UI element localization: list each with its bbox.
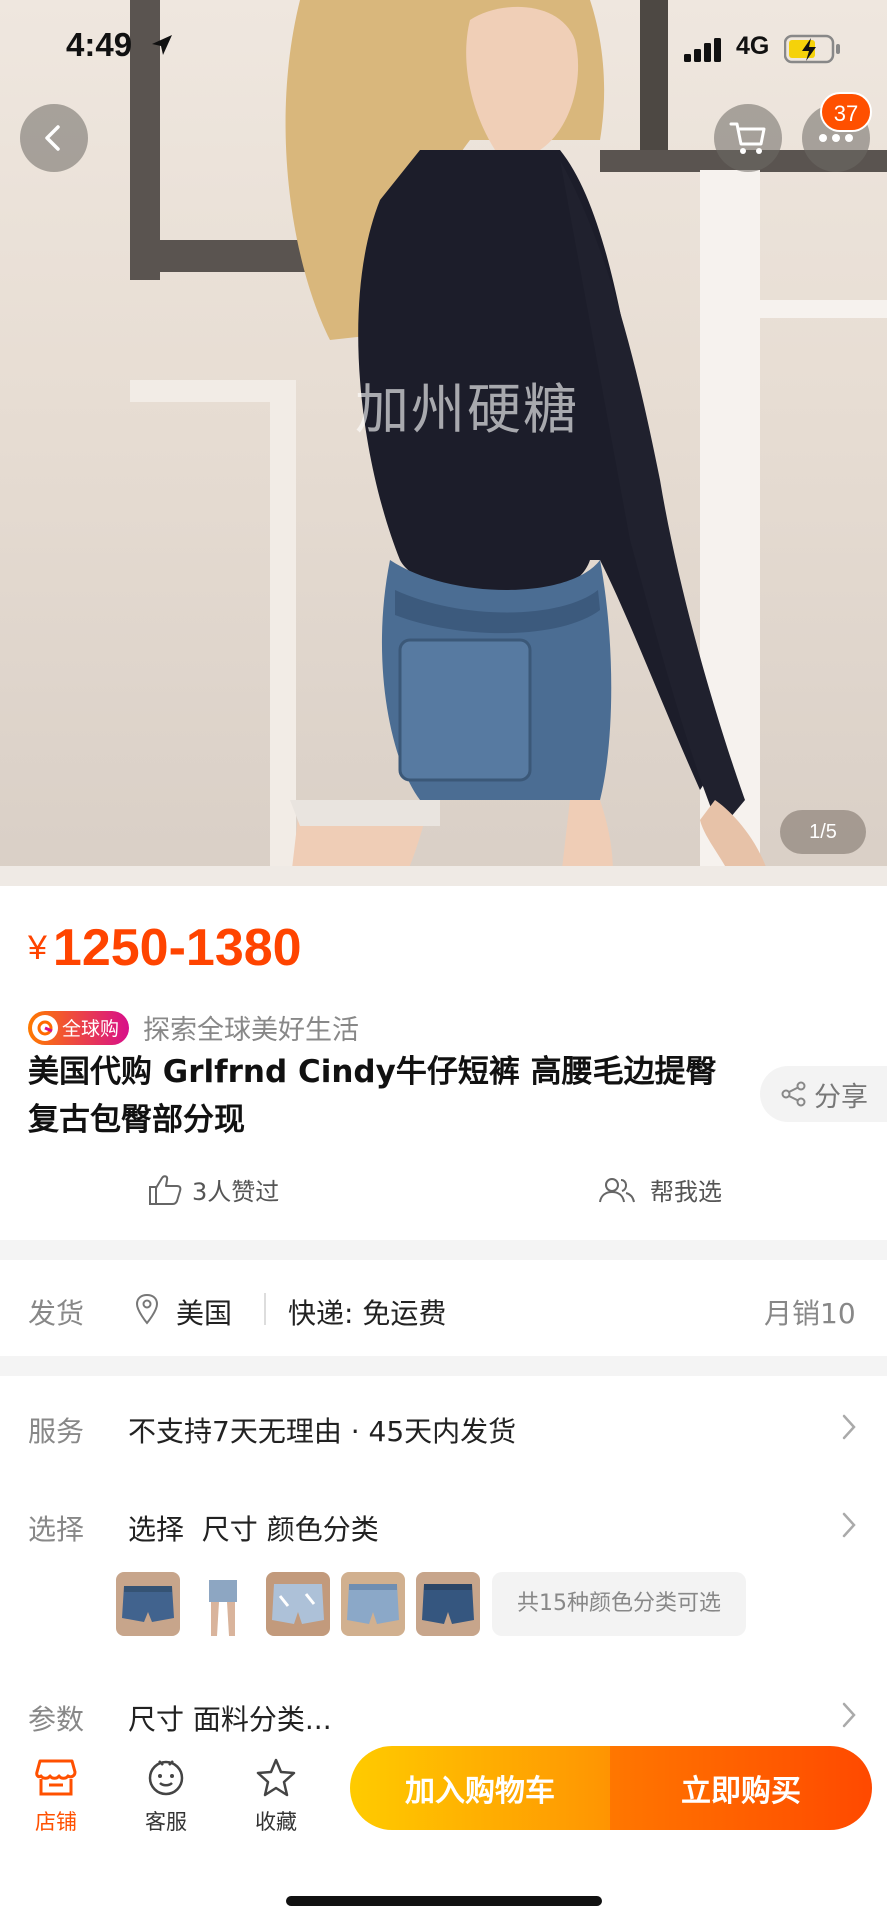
color-thumbnail[interactable] [341,1572,405,1636]
network-type: 4G [736,32,770,60]
color-thumbnails [116,1572,491,1636]
params-label: 参数 [28,1703,85,1736]
selection-value: 选择 尺寸 颜色分类 [128,1513,379,1546]
price: ¥1250-1380 [28,918,302,978]
customer-service-icon [148,1760,184,1796]
global-buy-badge[interactable]: 全球购 [28,1010,130,1045]
watermark: 加州硬糖 [355,378,579,441]
params-value: 尺寸 面料分类... [128,1703,332,1736]
shipping-divider [264,1293,266,1325]
service-label: 服务 [28,1415,85,1448]
tab-customer-service-label: 客服 [145,1810,187,1834]
shipping-express: 快递: 免运费 [288,1297,447,1330]
color-thumbnail[interactable] [191,1572,255,1636]
people-icon [599,1177,635,1202]
help-choose-button[interactable]: 帮我选 [598,1172,722,1207]
monthly-sales: 月销10 [764,1297,856,1330]
gallery-page-indicator: 1/5 [780,810,866,854]
battery-icon [784,34,840,64]
global-buy-label: 全球购 [62,1018,120,1040]
tab-customer-service[interactable]: 客服 [126,1752,206,1836]
product-title: 美国代购 Grlfrnd Cindy牛仔短裤 高腰毛边提臀 复古包臀部分现 [28,1054,717,1138]
buy-now-button[interactable]: 立即购买 [610,1746,872,1830]
location-arrow-icon [152,35,172,55]
shipping-label: 发货 [28,1297,85,1330]
location-pin-icon [135,1293,159,1325]
section-divider [0,1356,887,1376]
color-thumbnail[interactable] [116,1572,180,1636]
tab-favorite-label: 收藏 [255,1810,297,1834]
share-button[interactable]: 分享 [760,1066,887,1122]
color-thumbnail[interactable] [266,1572,330,1636]
help-choose-label: 帮我选 [650,1178,722,1206]
shipping-location: 美国 [176,1297,233,1330]
tab-shop-label: 店铺 [35,1810,77,1834]
shopping-cart-icon [729,122,766,154]
global-buy-row: 全球购 探索全球美好生活 [28,1008,359,1047]
selection-label: 选择 [28,1513,85,1546]
star-icon [256,1758,296,1797]
share-label: 分享 [814,1081,868,1113]
share-icon [781,1081,806,1107]
home-indicator[interactable] [286,1896,602,1906]
colors-count-pill[interactable]: 共15种颜色分类可选 [492,1572,746,1636]
cellular-signal-icon [684,38,721,62]
thumbs-up-icon [149,1174,182,1205]
status-bar: 4:49 4G [0,0,887,96]
global-buy-slogan: 探索全球美好生活 [143,1015,360,1046]
global-buy-icon [32,1014,58,1041]
store-icon [35,1759,77,1796]
cart-button[interactable] [714,104,782,172]
likes-count: 3人赞过 [192,1178,280,1206]
service-value: 不支持7天无理由 · 45天内发货 [128,1415,517,1448]
bottom-action-bar: 店铺 客服 收藏 加入购物车 立即购买 [0,1740,887,1920]
chevron-right-icon [842,1414,856,1440]
chevron-left-icon [45,125,60,151]
tab-shop[interactable]: 店铺 [16,1752,96,1836]
status-time: 4:49 [66,26,133,63]
like-button[interactable]: 3人赞过 [148,1172,279,1207]
add-to-cart-button[interactable]: 加入购物车 [350,1746,610,1830]
price-amount: 1250-1380 [52,919,302,977]
back-button[interactable] [20,104,88,172]
cart-count-badge: 37 [820,92,872,132]
color-thumbnail[interactable] [416,1572,480,1636]
tab-favorite[interactable]: 收藏 [236,1752,316,1836]
section-divider [0,1240,887,1260]
chevron-right-icon [842,1702,856,1728]
price-currency: ¥ [28,929,47,967]
chevron-right-icon [842,1512,856,1538]
more-dots-icon [819,134,853,142]
